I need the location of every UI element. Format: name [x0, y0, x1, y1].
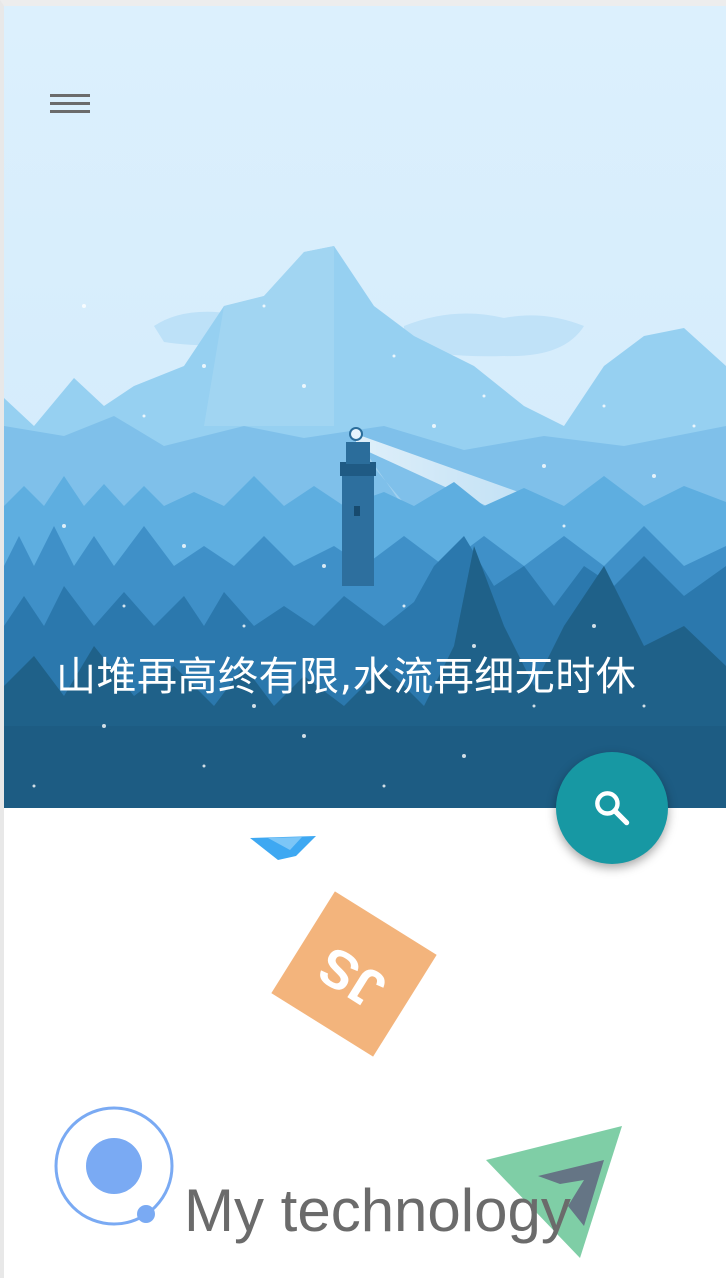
app-screen: 山堆再高终有限,水流再细无时休 JS My technology — [0, 0, 726, 1278]
technology-section: JS My technology — [4, 808, 726, 1278]
hero-title: 山堆再高终有限,水流再细无时休 — [56, 654, 637, 700]
blue-chevron-logo — [250, 836, 316, 860]
hero-banner: 山堆再高终有限,水流再细无时休 — [4, 6, 726, 808]
menu-button[interactable] — [42, 82, 98, 126]
hamburger-menu-icon-line — [50, 102, 90, 105]
search-button[interactable] — [556, 752, 668, 864]
hamburger-menu-icon — [50, 94, 90, 97]
hamburger-menu-icon-line — [50, 110, 90, 113]
js-logo: JS — [271, 891, 437, 1057]
search-icon — [595, 791, 630, 826]
technology-title: My technology — [184, 1177, 571, 1244]
ionic-logo — [54, 1106, 174, 1226]
